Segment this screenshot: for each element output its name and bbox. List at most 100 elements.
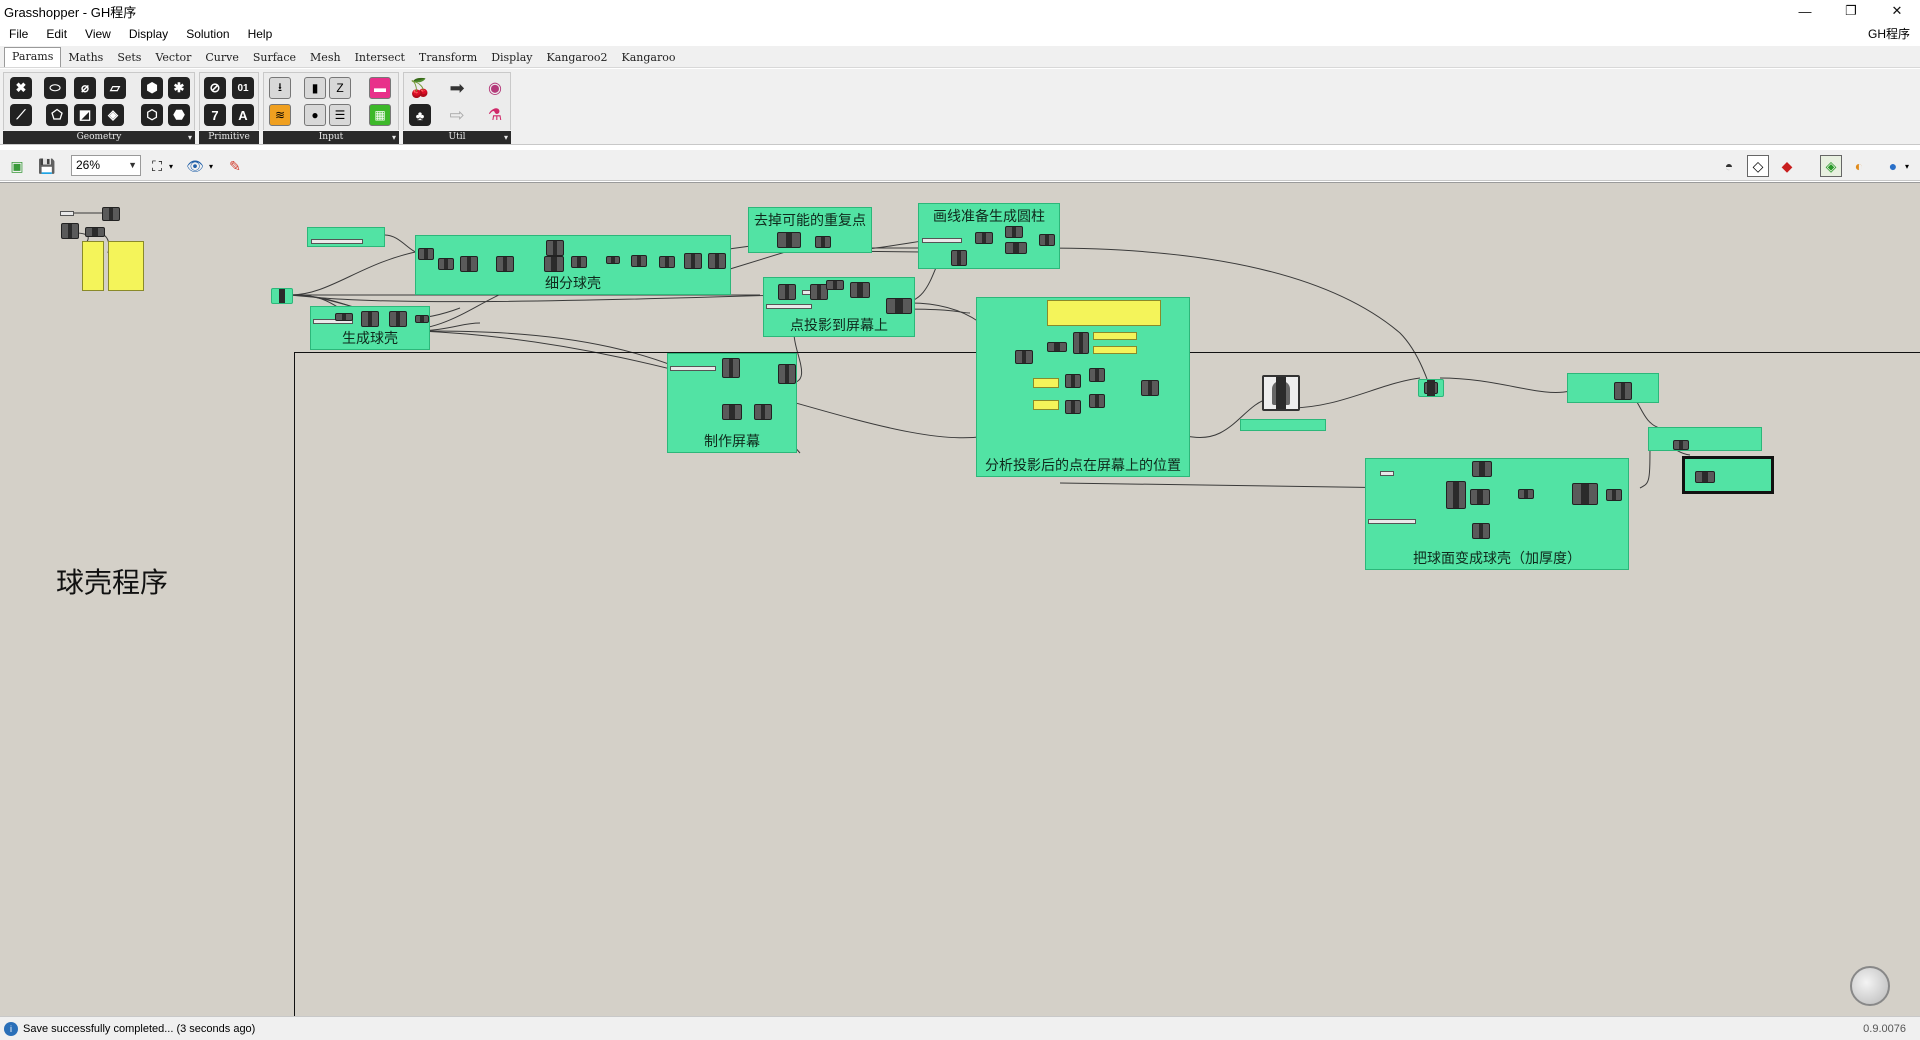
menu-help[interactable]: Help bbox=[239, 23, 282, 45]
minimize-button[interactable]: — bbox=[1782, 0, 1828, 22]
text-param-icon[interactable]: A bbox=[232, 104, 254, 126]
number-slider[interactable] bbox=[670, 366, 716, 371]
gh-component[interactable] bbox=[418, 248, 434, 260]
group-shell[interactable]: 生成球壳 bbox=[310, 306, 430, 350]
graph-mapper-icon[interactable]: ≋ bbox=[269, 104, 291, 126]
chevron-down-icon[interactable]: ▾ bbox=[206, 155, 216, 177]
tree-icon[interactable]: ♣ bbox=[409, 104, 431, 126]
tab-transform[interactable]: Transform bbox=[412, 49, 484, 67]
value-list-icon[interactable]: ☰ bbox=[329, 104, 351, 126]
gh-component[interactable] bbox=[438, 258, 454, 270]
gh-component[interactable] bbox=[415, 315, 429, 323]
gh-component[interactable] bbox=[886, 298, 912, 314]
gh-component[interactable] bbox=[1673, 440, 1689, 450]
gh-component[interactable] bbox=[606, 256, 620, 264]
circle-param-icon[interactable]: ⬭ bbox=[44, 77, 66, 99]
group-subdivide[interactable]: 细分球壳 bbox=[415, 235, 731, 295]
group-project[interactable]: 点投影到屏幕上 bbox=[763, 277, 915, 337]
material-icon[interactable]: ◐ bbox=[1848, 155, 1870, 177]
gh-component[interactable] bbox=[389, 311, 407, 327]
gh-component[interactable] bbox=[1572, 483, 1598, 505]
gh-component[interactable] bbox=[1089, 394, 1105, 408]
group-subdivision-input[interactable] bbox=[307, 227, 385, 247]
menu-display[interactable]: Display bbox=[120, 23, 177, 45]
gh-component[interactable] bbox=[850, 282, 870, 298]
gh-component[interactable] bbox=[722, 358, 740, 378]
gh-component[interactable] bbox=[826, 280, 844, 290]
number-slider[interactable] bbox=[922, 238, 962, 243]
group-bake-output[interactable] bbox=[1682, 456, 1774, 494]
preview-eye-icon[interactable]: 👁 bbox=[184, 155, 206, 177]
gh-component[interactable] bbox=[975, 232, 993, 244]
gh-component[interactable] bbox=[1518, 489, 1534, 499]
number-slider[interactable] bbox=[311, 239, 363, 244]
boolean-param-icon[interactable]: ⊘ bbox=[204, 77, 226, 99]
group-image-note[interactable] bbox=[1240, 419, 1326, 431]
group-dedupe[interactable]: 去掉可能的重复点 bbox=[748, 207, 872, 253]
sphere-display-icon[interactable]: ● bbox=[1882, 155, 1904, 177]
menu-solution[interactable]: Solution bbox=[177, 23, 238, 45]
group-thicken[interactable]: 把球面变成球壳（加厚度） bbox=[1365, 458, 1629, 570]
preview-wireframe-icon[interactable]: ◓ bbox=[1718, 155, 1740, 177]
gh-component[interactable] bbox=[496, 256, 514, 272]
gh-component[interactable] bbox=[571, 256, 587, 268]
expand-icon[interactable]: ▾ bbox=[392, 131, 396, 144]
tab-kangaroo[interactable]: Kangaroo bbox=[614, 49, 682, 67]
document-name[interactable]: GH程序 bbox=[1868, 23, 1910, 45]
yellow-panel[interactable] bbox=[1033, 378, 1059, 388]
rectangle-param-icon[interactable]: ◩ bbox=[74, 104, 96, 126]
curve-param-icon[interactable]: ⌀ bbox=[74, 77, 96, 99]
point-param-icon[interactable]: ✖ bbox=[10, 77, 32, 99]
cherry-picker-icon[interactable]: 🍒 bbox=[409, 77, 431, 99]
gh-component[interactable] bbox=[1065, 400, 1081, 414]
open-file-icon[interactable]: ▣ bbox=[6, 155, 28, 177]
tab-mesh[interactable]: Mesh bbox=[303, 49, 348, 67]
fitness-icon[interactable]: ◉ bbox=[484, 77, 506, 99]
gh-component[interactable] bbox=[1614, 382, 1632, 400]
gh-component[interactable] bbox=[1047, 342, 1067, 352]
tab-intersect[interactable]: Intersect bbox=[348, 49, 412, 67]
yellow-panel[interactable] bbox=[1093, 346, 1137, 354]
gh-component[interactable] bbox=[335, 313, 353, 321]
color-swatch-icon[interactable]: ▦ bbox=[369, 104, 391, 126]
gh-component[interactable] bbox=[1472, 461, 1492, 477]
gh-component[interactable] bbox=[778, 284, 796, 300]
data-input-icon[interactable]: ⇨ bbox=[446, 104, 468, 126]
relay-component[interactable] bbox=[1418, 379, 1444, 397]
group-screen[interactable]: 制作屏幕 bbox=[667, 353, 797, 453]
chevron-down-icon[interactable]: ▾ bbox=[1902, 155, 1912, 177]
gh-component[interactable] bbox=[815, 236, 831, 248]
number-param-icon[interactable]: 7 bbox=[204, 104, 226, 126]
yellow-panel[interactable] bbox=[108, 241, 144, 291]
gh-component[interactable] bbox=[1606, 489, 1622, 501]
group-right-upper[interactable] bbox=[1567, 373, 1659, 403]
data-output-icon[interactable]: ➡ bbox=[446, 77, 468, 99]
restore-button[interactable]: ❐ bbox=[1828, 0, 1874, 22]
gh-component[interactable] bbox=[1472, 523, 1490, 539]
navigation-compass-icon[interactable] bbox=[1850, 966, 1890, 1006]
line-param-icon[interactable]: ⟋ bbox=[10, 104, 32, 126]
gh-component[interactable] bbox=[1089, 368, 1105, 382]
tab-kangaroo2[interactable]: Kangaroo2 bbox=[540, 49, 615, 67]
gh-component[interactable] bbox=[631, 255, 647, 267]
tab-surface[interactable]: Surface bbox=[246, 49, 303, 67]
expand-icon[interactable]: ▾ bbox=[504, 131, 508, 144]
import-icon[interactable]: ⭳ bbox=[269, 77, 291, 99]
gh-component[interactable] bbox=[1141, 380, 1159, 396]
polyline-param-icon[interactable]: ⬠ bbox=[46, 104, 68, 126]
gh-component[interactable] bbox=[659, 256, 675, 268]
yellow-panel[interactable] bbox=[1047, 300, 1161, 326]
yellow-panel[interactable] bbox=[1093, 332, 1137, 340]
gh-component[interactable] bbox=[1039, 234, 1055, 246]
save-file-icon[interactable]: 💾 bbox=[36, 155, 58, 177]
close-button[interactable]: ✕ bbox=[1874, 0, 1920, 22]
gh-component[interactable] bbox=[544, 256, 564, 272]
preview-selected-icon[interactable]: ◆ bbox=[1776, 155, 1798, 177]
gh-component[interactable] bbox=[361, 311, 379, 327]
menu-edit[interactable]: Edit bbox=[37, 23, 76, 45]
gh-component[interactable] bbox=[754, 404, 772, 420]
gh-component[interactable] bbox=[722, 404, 742, 420]
group-param-icon[interactable]: ⬣ bbox=[168, 104, 190, 126]
gradient-icon[interactable]: ▬ bbox=[369, 77, 391, 99]
tab-params[interactable]: Params bbox=[4, 47, 62, 67]
